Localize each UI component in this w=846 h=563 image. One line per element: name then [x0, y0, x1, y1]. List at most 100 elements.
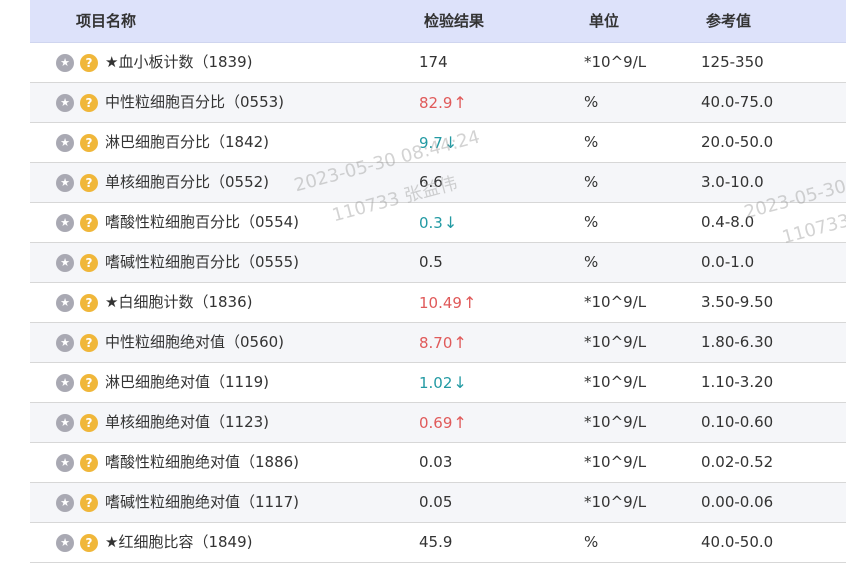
table-body: ★? ★血小板计数（1839) 174 *10^9/L 125-350 ★? 中性粒细胞百分… — [30, 43, 846, 563]
item-reference: 20.0-50.0 — [701, 133, 774, 151]
help-question-icon[interactable]: ? — [80, 54, 98, 72]
item-reference: 0.10-0.60 — [701, 413, 774, 431]
star-icon[interactable]: ★ — [56, 94, 74, 112]
help-question-icon[interactable]: ? — [80, 414, 98, 432]
star-icon[interactable]: ★ — [56, 214, 74, 232]
help-question-icon[interactable]: ? — [80, 94, 98, 112]
item-reference: 0.4-8.0 — [701, 213, 755, 231]
item-name: 嗜碱性粒细胞绝对值（1117) — [105, 493, 300, 511]
help-question-icon[interactable]: ? — [80, 374, 98, 392]
table-header: 项目名称 检验结果 单位 参考值 — [30, 0, 846, 43]
star-icon[interactable]: ★ — [56, 374, 74, 392]
table-row: ★? 嗜酸性粒细胞绝对值（1886) 0.03 *10^9/L 0.02-0.52 — [30, 443, 846, 483]
arrow-down-icon: ↓ — [453, 373, 467, 392]
table-row: ★? 单核细胞百分比（0552) 6.6% 3.0-10.0 — [30, 163, 846, 203]
arrow-up-icon: ↑ — [453, 413, 467, 432]
help-question-icon[interactable]: ? — [80, 214, 98, 232]
item-reference: 40.0-75.0 — [701, 93, 774, 111]
table-row: ★? 中性粒细胞绝对值（0560) 8.70↑ *10^9/L 1.80-6.30 — [30, 323, 846, 363]
result-value: 45.9 — [419, 533, 453, 551]
item-name: 中性粒细胞百分比（0553) — [105, 93, 285, 111]
item-result: 0.03 — [419, 443, 452, 482]
star-icon[interactable]: ★ — [56, 294, 74, 312]
result-value: 0.5 — [419, 253, 443, 271]
star-icon[interactable]: ★ — [56, 134, 74, 152]
result-value: 6.6 — [419, 173, 443, 191]
item-result: 82.9↑ — [419, 83, 467, 122]
table-row: ★? ★血小板计数（1839) 174 *10^9/L 125-350 — [30, 43, 846, 83]
header-name: 项目名称 — [76, 12, 137, 30]
result-value: 1.02 — [419, 374, 453, 392]
item-unit: *10^9/L — [584, 493, 647, 511]
item-name: 淋巴细胞百分比（1842) — [105, 133, 270, 151]
result-value: 0.3 — [419, 214, 443, 232]
help-question-icon[interactable]: ? — [80, 174, 98, 192]
lab-results-table: 项目名称 检验结果 单位 参考值 ★? ★血小板计数（1839) 174 *10^9/… — [30, 0, 846, 563]
header-ref: 参考值 — [706, 12, 752, 30]
item-name: ★红细胞比容（1849) — [105, 533, 253, 551]
help-question-icon[interactable]: ? — [80, 254, 98, 272]
table-row: ★? 单核细胞绝对值（1123) 0.69↑ *10^9/L 0.10-0.60 — [30, 403, 846, 443]
item-result: 8.70↑ — [419, 323, 467, 362]
item-reference: 0.02-0.52 — [701, 453, 774, 471]
help-question-icon[interactable]: ? — [80, 534, 98, 552]
item-reference: 125-350 — [701, 53, 764, 71]
arrow-up-icon: ↑ — [453, 333, 467, 352]
item-result: 174 — [419, 43, 448, 82]
item-name: 单核细胞绝对值（1123) — [105, 413, 270, 431]
help-question-icon[interactable]: ? — [80, 494, 98, 512]
help-question-icon[interactable]: ? — [80, 134, 98, 152]
table-row: ★? 淋巴细胞绝对值（1119) 1.02↓ *10^9/L 1.10-3.20 — [30, 363, 846, 403]
help-question-icon[interactable]: ? — [80, 334, 98, 352]
item-unit: *10^9/L — [584, 53, 647, 71]
result-value: 0.03 — [419, 453, 453, 471]
result-value: 82.9 — [419, 94, 453, 112]
item-unit: % — [584, 533, 599, 551]
result-value: 0.69 — [419, 414, 453, 432]
star-icon[interactable]: ★ — [56, 454, 74, 472]
item-result: 0.05 — [419, 483, 452, 522]
item-name: 单核细胞百分比（0552) — [105, 173, 270, 191]
result-value: 10.49 — [419, 294, 462, 312]
item-unit: *10^9/L — [584, 333, 647, 351]
item-result: 0.3↓ — [419, 203, 457, 242]
item-unit: % — [584, 93, 599, 111]
table-row: ★? 中性粒细胞百分比（0553) 82.9↑% 40.0-75.0 — [30, 83, 846, 123]
header-result: 检验结果 — [424, 12, 485, 30]
star-icon[interactable]: ★ — [56, 534, 74, 552]
star-icon[interactable]: ★ — [56, 54, 74, 72]
item-unit: *10^9/L — [584, 453, 647, 471]
item-result: 10.49↑ — [419, 283, 476, 322]
item-name: 嗜酸性粒细胞绝对值（1886) — [105, 453, 300, 471]
table-row: ★? ★白细胞计数（1836) 10.49↑ *10^9/L 3.50-9.50 — [30, 283, 846, 323]
item-result: 0.5 — [419, 243, 443, 282]
item-reference: 40.0-50.0 — [701, 533, 774, 551]
item-reference: 3.0-10.0 — [701, 173, 764, 191]
help-question-icon[interactable]: ? — [80, 294, 98, 312]
star-icon[interactable]: ★ — [56, 254, 74, 272]
table-row: ★? ★红细胞比容（1849) 45.9% 40.0-50.0 — [30, 523, 846, 563]
star-icon[interactable]: ★ — [56, 174, 74, 192]
item-reference: 0.0-1.0 — [701, 253, 755, 271]
item-unit: *10^9/L — [584, 413, 647, 431]
star-icon[interactable]: ★ — [56, 494, 74, 512]
header-unit: 单位 — [589, 12, 620, 30]
arrow-down-icon: ↓ — [443, 213, 458, 232]
result-value: 9.7 — [419, 134, 443, 152]
result-value: 174 — [419, 53, 448, 71]
item-unit: *10^9/L — [584, 293, 647, 311]
star-icon[interactable]: ★ — [56, 414, 74, 432]
item-name: 嗜酸性粒细胞百分比（0554) — [105, 213, 300, 231]
item-result: 6.6 — [419, 163, 443, 202]
item-unit: % — [584, 133, 599, 151]
help-question-icon[interactable]: ? — [80, 454, 98, 472]
star-icon[interactable]: ★ — [56, 334, 74, 352]
item-result: 0.69↑ — [419, 403, 467, 442]
item-unit: *10^9/L — [584, 373, 647, 391]
item-reference: 0.00-0.06 — [701, 493, 774, 511]
table-row: ★? 嗜碱性粒细胞百分比（0555) 0.5% 0.0-1.0 — [30, 243, 846, 283]
item-name: 中性粒细胞绝对值（0560) — [105, 333, 285, 351]
item-unit: % — [584, 173, 599, 191]
item-name: ★白细胞计数（1836) — [105, 293, 253, 311]
item-unit: % — [584, 253, 599, 271]
